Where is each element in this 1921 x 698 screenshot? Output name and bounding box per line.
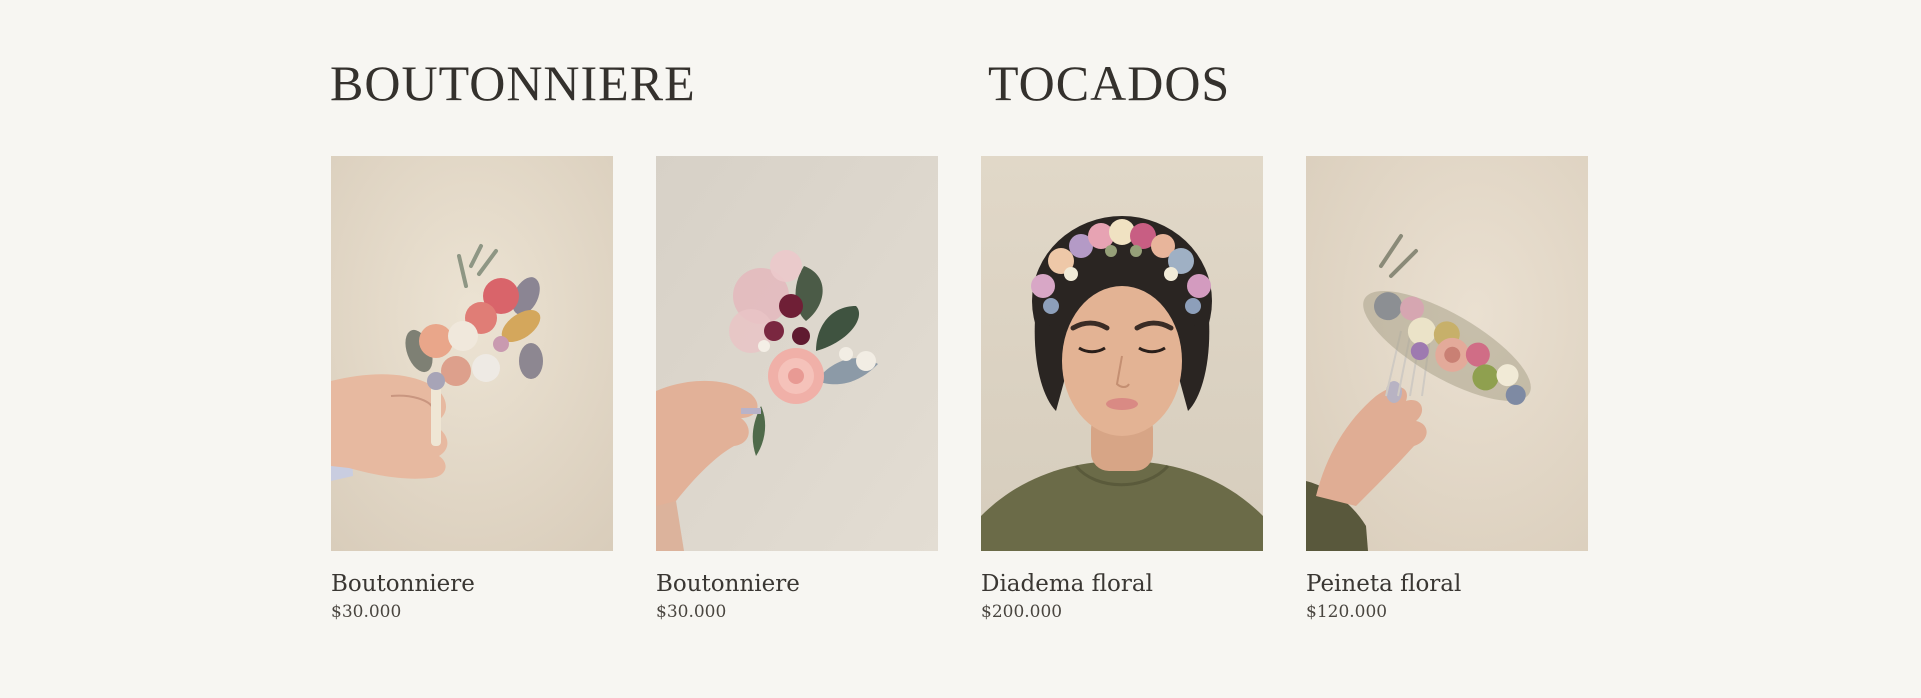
boutonniere-photo[interactable] [331, 156, 613, 551]
product-price: $30.000 [656, 602, 727, 623]
product-name[interactable]: Peineta floral [1306, 571, 1588, 597]
product-name[interactable]: Boutonniere [331, 571, 613, 597]
product-price: $120.000 [1306, 602, 1388, 623]
product-name[interactable]: Boutonniere [656, 571, 938, 597]
floral-comb-photo[interactable] [1306, 156, 1588, 551]
product-price: $30.000 [331, 602, 402, 623]
flower-crown-photo[interactable] [981, 156, 1263, 551]
product-price: $200.000 [981, 602, 1063, 623]
section-title-boutonniere: BOUTONNIERE [330, 55, 696, 111]
product-name[interactable]: Diadema floral [981, 571, 1263, 597]
product-card-diadema-floral[interactable]: Diadema floral $200.000 [981, 156, 1263, 623]
boutonniere-rose-photo[interactable] [656, 156, 938, 551]
section-title-tocados: TOCADOS [988, 55, 1231, 111]
product-card-boutonniere-1[interactable]: Boutonniere $30.000 [331, 156, 613, 623]
product-card-peineta-floral[interactable]: Peineta floral $120.000 [1306, 156, 1588, 623]
product-card-boutonniere-2[interactable]: Boutonniere $30.000 [656, 156, 938, 623]
